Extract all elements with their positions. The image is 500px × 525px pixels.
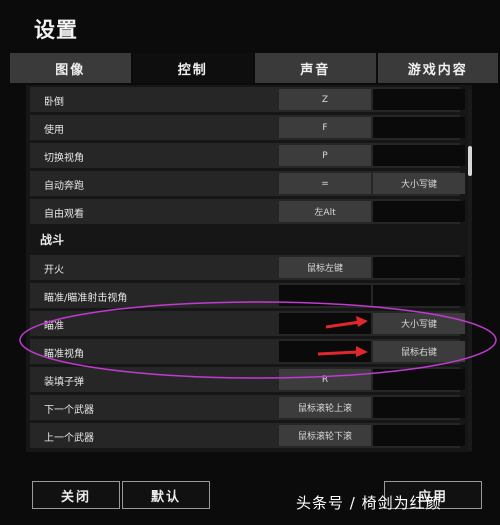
primary-key-button[interactable]: = [279,173,371,194]
scrollbar-track[interactable] [468,90,472,450]
tab-controls[interactable]: 控制 [132,53,253,83]
primary-key-button[interactable]: F [279,117,371,138]
keybind-row: 开火 鼠标左键 [30,255,465,280]
primary-key-button[interactable]: 左Alt [279,201,371,222]
keybind-row: 自动奔跑 = 大小写键 [30,171,465,196]
row-label: 下一个武器 [44,405,94,416]
secondary-key-button[interactable] [373,257,465,278]
row-label: 上一个武器 [44,433,94,444]
keybind-row: 装填子弹 R [30,367,465,392]
default-button[interactable]: 默认 [122,481,210,509]
watermark-text: 头条号 / 椅剑为红颜 [296,494,442,512]
row-label: 装填子弹 [44,377,84,388]
secondary-key-button[interactable]: 大小写键 [373,173,465,194]
tab-graphics[interactable]: 图像 [10,53,131,83]
secondary-key-button[interactable]: 鼠标右键 [373,341,465,362]
section-header-combat: 战斗 [40,233,65,247]
close-button[interactable]: 关闭 [32,481,120,509]
secondary-key-button[interactable] [373,397,465,418]
row-label: 开火 [44,265,64,276]
primary-key-button[interactable] [279,313,371,334]
primary-key-button[interactable]: P [279,145,371,166]
settings-title: 设置 [34,18,78,42]
primary-key-button[interactable]: 鼠标左键 [279,257,371,278]
primary-key-button[interactable]: 鼠标滚轮下滚 [279,425,371,446]
scrollbar-thumb[interactable] [468,146,472,176]
keybind-row: 自由观看 左Alt [30,199,465,224]
row-label: 自由观看 [44,209,84,220]
keybind-row: 瞄准/瞄准射击视角 [30,283,465,308]
secondary-key-button[interactable] [373,285,465,306]
row-label: 瞄准视角 [44,349,84,360]
row-label: 瞄准/瞄准射击视角 [44,293,128,304]
keybind-row: 瞄准 大小写键 [30,311,465,336]
tab-gameplay[interactable]: 游戏内容 [377,53,498,83]
tab-sound[interactable]: 声音 [255,53,376,83]
row-label: 使用 [44,125,64,136]
secondary-key-button[interactable]: 大小写键 [373,313,465,334]
keybind-row: 使用 F [30,115,465,140]
secondary-key-button[interactable] [373,117,465,138]
secondary-key-button[interactable] [373,425,465,446]
row-label: 瞄准 [44,321,64,332]
primary-key-button[interactable] [279,285,371,306]
row-label: 卧倒 [44,97,64,108]
row-label: 切换视角 [44,153,84,164]
primary-key-button[interactable]: 鼠标滚轮上滚 [279,397,371,418]
secondary-key-button[interactable] [373,201,465,222]
keybind-row: 瞄准视角 鼠标右键 [30,339,465,364]
primary-key-button[interactable]: R [279,369,371,390]
primary-key-button[interactable] [279,341,371,362]
keybind-row: 下一个武器 鼠标滚轮上滚 [30,395,465,420]
secondary-key-button[interactable] [373,369,465,390]
keybind-row: 上一个武器 鼠标滚轮下滚 [30,423,465,448]
keybind-row: 卧倒 Z [30,87,465,112]
keybinding-list: 卧倒 Z 使用 F 切换视角 P 自动奔跑 = 大小写键 自由观看 左Alt 战… [26,85,472,452]
tab-bar: 图像 控制 声音 游戏内容 [10,53,498,83]
secondary-key-button[interactable] [373,89,465,110]
row-label: 自动奔跑 [44,181,84,192]
primary-key-button[interactable]: Z [279,89,371,110]
keybind-row: 切换视角 P [30,143,465,168]
secondary-key-button[interactable] [373,145,465,166]
